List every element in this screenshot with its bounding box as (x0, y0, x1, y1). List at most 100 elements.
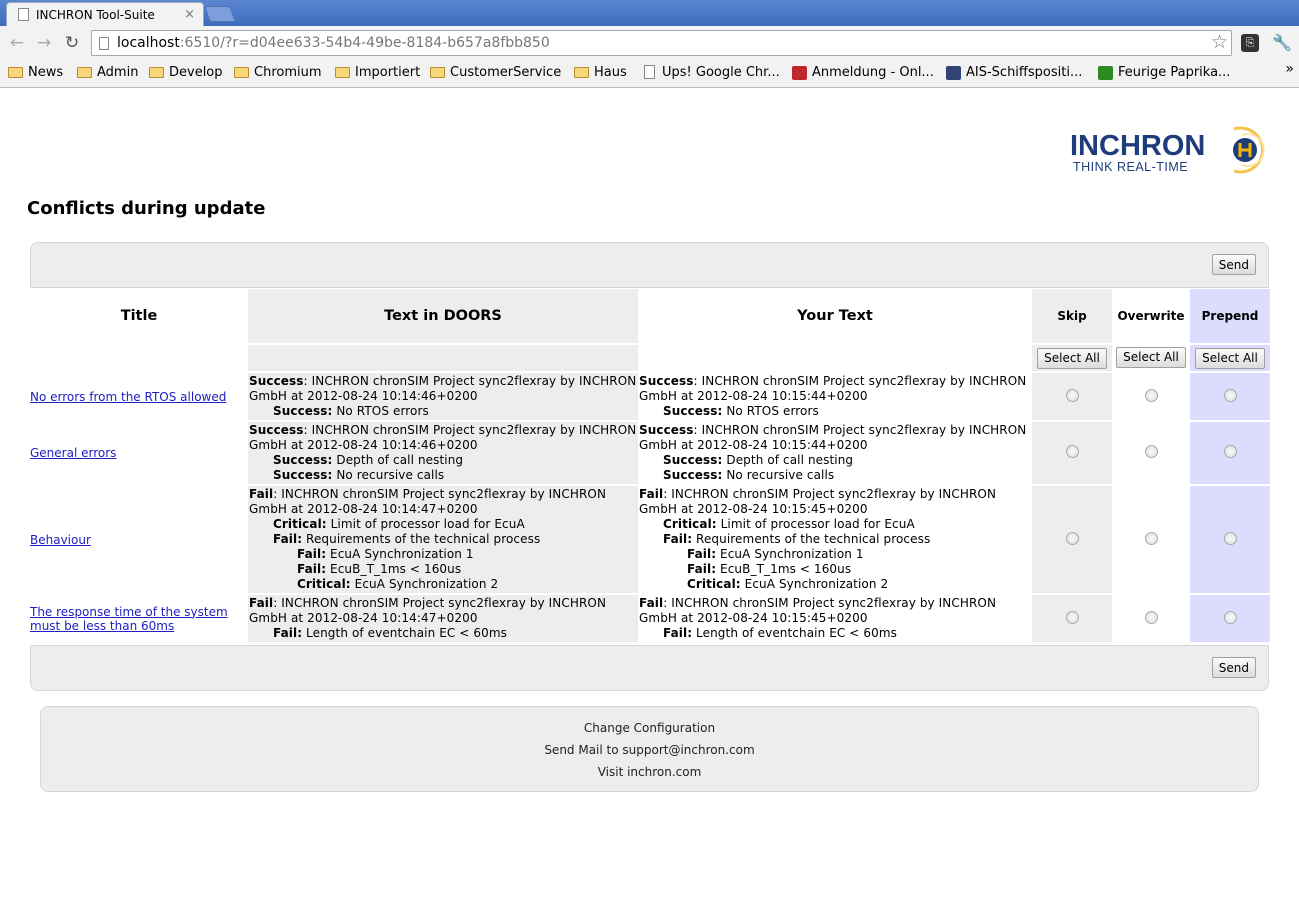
select-all-prepend-button[interactable]: Select All (1195, 347, 1265, 369)
skip-radio[interactable] (1065, 445, 1079, 458)
your-text-cell: Fail: INCHRON chronSIM Project sync2flex… (638, 486, 1032, 595)
bookmark-item[interactable]: Feurige Paprika... (1098, 65, 1230, 80)
result-status: Success (639, 374, 694, 388)
result-line: Success: No recursive calls (639, 468, 1031, 483)
forward-arrow-icon[interactable]: → (35, 33, 53, 53)
overwrite-radio[interactable] (1144, 610, 1158, 624)
result-status: Critical: (663, 517, 717, 531)
skip-cell (1032, 422, 1112, 486)
new-tab-button[interactable] (204, 6, 236, 22)
bookmark-label: Develop (169, 65, 223, 80)
result-line: Success: INCHRON chronSIM Project sync2f… (249, 423, 637, 453)
requirement-title-cell: General errors (30, 422, 248, 486)
result-status: Critical: (273, 517, 327, 531)
result-line: Fail: INCHRON chronSIM Project sync2flex… (249, 596, 637, 626)
result-separator: : (303, 374, 312, 388)
result-line: Critical: EcuA Synchronization 2 (639, 577, 1031, 592)
result-status: Fail: (687, 547, 717, 561)
requirement-title-link[interactable]: The response time of the system must be … (30, 605, 228, 633)
result-line: Success: INCHRON chronSIM Project sync2f… (249, 374, 637, 404)
requirement-title-link[interactable]: No errors from the RTOS allowed (30, 390, 226, 404)
result-separator: : (693, 374, 702, 388)
visit-website-link[interactable]: Visit inchron.com (41, 765, 1258, 787)
page-icon (99, 37, 109, 50)
reload-icon[interactable]: ↻ (63, 33, 81, 53)
prepend-radio[interactable] (1223, 531, 1237, 545)
skip-radio[interactable] (1065, 610, 1079, 624)
your-text-cell: Fail: INCHRON chronSIM Project sync2flex… (638, 595, 1032, 644)
overwrite-cell (1112, 486, 1190, 595)
overwrite-radio[interactable] (1144, 388, 1158, 402)
result-status: Fail (639, 596, 664, 610)
skip-radio[interactable] (1065, 388, 1079, 402)
bookmark-item[interactable]: AIS-Schiffspositi... (946, 65, 1082, 80)
bookmark-item[interactable]: Chromium (234, 65, 322, 80)
bookmark-item[interactable]: News (8, 65, 63, 80)
result-status: Success (249, 374, 304, 388)
more-bookmarks-icon[interactable]: » (1285, 61, 1294, 77)
requirement-title-cell: The response time of the system must be … (30, 595, 248, 644)
bookmark-item[interactable]: Develop (149, 65, 223, 80)
bookmark-item[interactable]: CustomerService (430, 65, 561, 80)
table-row: Behaviour Fail: INCHRON chronSIM Project … (30, 486, 1270, 595)
result-text: EcuA Synchronization 2 (744, 577, 889, 591)
extension-icon[interactable]: ⎘ (1241, 34, 1259, 52)
prepend-radio[interactable] (1223, 388, 1237, 402)
result-status: Fail: (273, 532, 303, 546)
url-host: localhost (117, 35, 180, 51)
bookmark-item[interactable]: Admin (77, 65, 138, 80)
prepend-radio[interactable] (1223, 610, 1237, 624)
wrench-menu-icon[interactable]: 🔧 (1272, 33, 1292, 52)
result-line: Fail: Requirements of the technical proc… (639, 532, 1031, 547)
table-row: General errors Success: INCHRON chronSIM … (30, 422, 1270, 486)
requirement-title-link[interactable]: Behaviour (30, 533, 91, 547)
result-line: Fail: INCHRON chronSIM Project sync2flex… (249, 487, 637, 517)
address-bar[interactable]: localhost:6510/?r=d04ee633-54b4-49be-818… (91, 30, 1232, 56)
send-button-top[interactable]: Send (1211, 254, 1256, 275)
send-mail-link[interactable]: Send Mail to support@inchron.com (41, 743, 1258, 765)
column-header-title: Title (120, 308, 158, 324)
browser-tab[interactable]: INCHRON Tool-Suite × (6, 2, 204, 26)
folder-icon (574, 67, 589, 78)
url-path: :6510/?r=d04ee633-54b4-49be-8184-b657a8f… (179, 35, 550, 51)
result-text: Limit of processor load for EcuA (720, 517, 915, 531)
select-all-overwrite-button[interactable]: Select All (1116, 346, 1186, 368)
result-text: No RTOS errors (726, 404, 819, 418)
send-button-bottom[interactable]: Send (1211, 657, 1256, 678)
prepend-radio[interactable] (1223, 445, 1237, 458)
bookmarks-bar: News Admin Develop Chromium Importiert Custom… (0, 61, 1299, 88)
bookmark-star-icon[interactable]: ☆ (1211, 31, 1228, 53)
bookmark-label: Importiert (355, 65, 421, 80)
bookmark-label: Chromium (254, 65, 322, 80)
column-header-your-text: Your Text (797, 308, 873, 324)
result-text: No recursive calls (726, 468, 835, 482)
result-status: Fail (639, 487, 664, 501)
overwrite-radio[interactable] (1144, 531, 1158, 545)
bookmark-item[interactable]: Ups! Google Chr... (642, 65, 780, 80)
doors-text-cell: Success: INCHRON chronSIM Project sync2f… (248, 373, 638, 422)
skip-radio[interactable] (1065, 531, 1079, 545)
column-header-prepend: Prepend (1190, 289, 1270, 343)
tab-strip: INCHRON Tool-Suite × (0, 0, 1299, 26)
bookmark-item[interactable]: Importiert (335, 65, 420, 80)
result-separator: : (303, 423, 312, 437)
back-arrow-icon[interactable]: ← (8, 33, 26, 53)
select-all-skip-button[interactable]: Select All (1037, 347, 1107, 369)
result-text: EcuA Synchronization 2 (354, 577, 499, 591)
bookmark-item[interactable]: Haus (574, 65, 627, 80)
select-all-overwrite-cell: Select All (1112, 343, 1190, 373)
result-line: Fail: INCHRON chronSIM Project sync2flex… (639, 487, 1031, 517)
result-line: Fail: EcuB_T_1ms < 160us (249, 562, 637, 577)
requirement-title-cell: No errors from the RTOS allowed (30, 373, 248, 422)
overwrite-cell (1112, 595, 1190, 644)
overwrite-radio[interactable] (1144, 445, 1158, 458)
select-row-spacer (30, 343, 248, 373)
bookmark-label: Feurige Paprika... (1118, 65, 1231, 80)
result-status: Fail (249, 487, 274, 501)
requirement-title-link[interactable]: General errors (30, 446, 116, 460)
change-configuration-link[interactable]: Change Configuration (41, 721, 1258, 743)
close-tab-icon[interactable]: × (184, 7, 195, 22)
table-row: The response time of the system must be … (30, 595, 1270, 644)
bookmark-item[interactable]: Anmeldung - Onl... (792, 65, 934, 80)
folder-icon (234, 67, 249, 78)
